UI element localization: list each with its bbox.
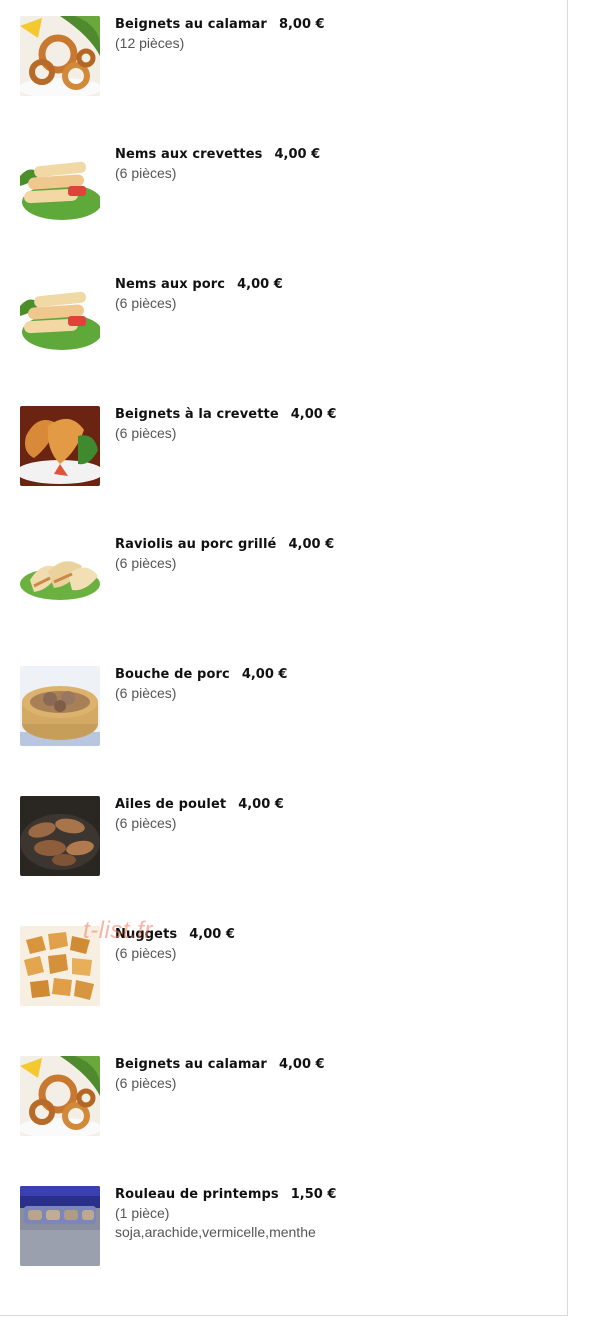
spring-rolls-icon (20, 276, 100, 356)
menu-item[interactable]: Beignets au calamar 8,00 € (12 pièces) (20, 16, 560, 98)
item-description: soja,arachide,vermicelle,menthe (115, 1224, 316, 1240)
item-quantity: (6 pièces) (115, 945, 177, 961)
item-quantity: (6 pièces) (115, 815, 177, 831)
menu-item[interactable]: Ailes de poulet 4,00 € (6 pièces) (20, 796, 560, 878)
item-quantity: (6 pièces) (115, 555, 177, 571)
item-price: 4,00 € (290, 407, 337, 422)
item-price: 4,00 € (274, 147, 321, 162)
item-price: 1,50 € (290, 1187, 337, 1202)
item-quantity: (6 pièces) (115, 165, 177, 181)
item-price: 4,00 € (238, 797, 284, 812)
item-name: Beignets au calamar (115, 1057, 267, 1072)
menu-item[interactable]: Raviolis au porc grillé 4,00 € (6 pièces) (20, 536, 560, 618)
item-name: Beignets au calamar (115, 17, 267, 32)
menu-item[interactable]: Beignets au calamar 4,00 € (6 pièces) (20, 1056, 560, 1138)
item-quantity: (6 pièces) (115, 1075, 177, 1091)
item-name: Nems aux porc (115, 277, 226, 292)
item-price: 8,00 € (278, 17, 325, 32)
menu-item[interactable]: Beignets à la crevette 4,00 € (6 pièces) (20, 406, 560, 488)
menu-item[interactable]: Nems aux porc 4,00 € (6 pièces) (20, 276, 560, 358)
menu-item[interactable]: Nems aux crevettes 4,00 € (6 pièces) (20, 146, 560, 228)
fried-calamari-icon (20, 1056, 100, 1136)
fried-shrimp-icon (20, 406, 100, 486)
menu-item[interactable]: Rouleau de printemps 1,50 € (1 pièce) soj… (20, 1186, 560, 1268)
item-name: Raviolis au porc grillé (115, 537, 277, 552)
item-quantity: (6 pièces) (115, 425, 177, 441)
spring-roll-pack-icon (20, 1186, 100, 1266)
menu-panel: Beignets au calamar 8,00 € (12 pièces) Ne… (0, 0, 568, 1316)
item-name: Beignets à la crevette (115, 407, 279, 422)
item-price: 4,00 € (278, 1057, 325, 1072)
item-price: 4,00 € (241, 667, 288, 682)
chicken-wings-icon (20, 796, 100, 876)
item-quantity: (12 pièces) (115, 35, 185, 51)
item-quantity: (6 pièces) (115, 295, 177, 311)
item-price: 4,00 € (189, 927, 235, 942)
item-quantity: (6 pièces) (115, 685, 177, 701)
item-name: Ailes de poulet (115, 797, 227, 812)
item-name: Nems aux crevettes (115, 147, 263, 162)
item-name: Nuggets (115, 927, 178, 942)
steamer-basket-icon (20, 666, 100, 746)
item-name: Rouleau de printemps (115, 1187, 279, 1202)
menu-item[interactable]: Bouche de porc 4,00 € (6 pièces) (20, 666, 560, 748)
nuggets-icon (20, 926, 100, 1006)
dumplings-icon (20, 536, 100, 616)
item-price: 4,00 € (288, 537, 335, 552)
item-quantity: (1 pièce) (115, 1205, 170, 1221)
item-name: Bouche de porc (115, 667, 230, 682)
menu-item[interactable]: Nuggets 4,00 € (6 pièces) (20, 926, 560, 1008)
spring-rolls-icon (20, 146, 100, 226)
item-price: 4,00 € (237, 277, 283, 292)
fried-calamari-icon (20, 16, 100, 96)
